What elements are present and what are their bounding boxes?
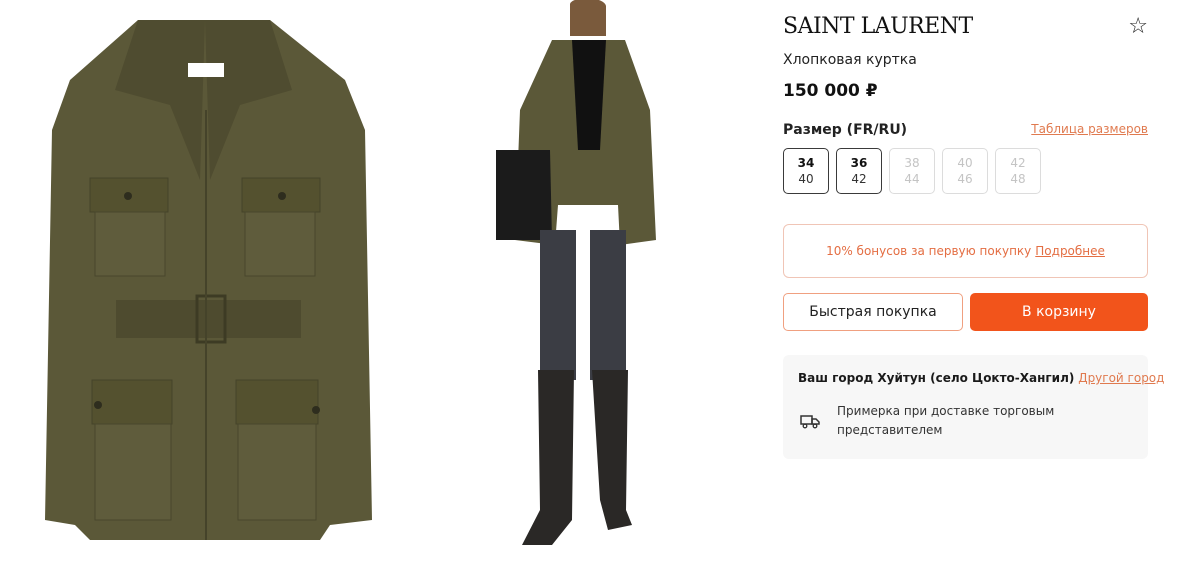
bonus-more-link[interactable]: Подробнее	[1035, 244, 1105, 258]
product-name: Хлопковая куртка	[783, 52, 917, 68]
size-ru: 44	[904, 172, 920, 186]
product-photo-model[interactable]	[460, 0, 720, 565]
size-fr: 40	[957, 156, 973, 170]
product-info-panel: SAINT LAURENT ☆ Хлопковая куртка 150 000…	[783, 0, 1164, 565]
delivery-info: Ваш город Хуйтун (село Цокто-Хангил) Дру…	[783, 355, 1164, 459]
size-ru: 48	[1010, 172, 1026, 186]
size-ru: 42	[851, 172, 867, 186]
fitting-text: Примерка при доставке торговым представи…	[837, 404, 1055, 437]
size-label: Размер (FR/RU)	[783, 122, 908, 138]
truck-icon	[800, 415, 820, 429]
size-option-36[interactable]: 36 42	[836, 148, 882, 194]
star-outline-icon[interactable]: ☆	[1128, 14, 1148, 39]
size-option-38[interactable]: 38 44	[889, 148, 935, 194]
size-ru: 46	[957, 172, 973, 186]
other-city-link[interactable]: Другой город	[1078, 371, 1164, 385]
current-city: Ваш город Хуйтун (село Цокто-Хангил)	[798, 371, 1075, 385]
size-table-link[interactable]: Таблица размеров	[1031, 122, 1148, 136]
product-photo-flat[interactable]	[20, 0, 390, 565]
size-fr: 38	[904, 156, 920, 170]
quick-buy-button[interactable]: Быстрая покупка	[783, 293, 963, 331]
size-option-34[interactable]: 34 40	[783, 148, 829, 194]
bonus-text: 10% бонусов за первую покупку	[826, 244, 1032, 258]
size-ru: 40	[798, 172, 814, 186]
size-option-42[interactable]: 42 48	[995, 148, 1041, 194]
add-to-cart-button[interactable]: В корзину	[970, 293, 1148, 331]
size-fr: 34	[797, 156, 815, 170]
city-line: Ваш город Хуйтун (село Цокто-Хангил) Дру…	[798, 371, 1164, 385]
size-fr: 36	[850, 156, 868, 170]
size-option-40[interactable]: 40 46	[942, 148, 988, 194]
size-selector: 34 40 36 42 38 44 40 46 42 48	[783, 148, 1041, 194]
product-price: 150 000 ₽	[783, 81, 878, 101]
jacket-flat-image	[45, 20, 372, 540]
bonus-banner: 10% бонусов за первую покупку Подробнее	[783, 224, 1148, 278]
model-wearing-jacket-image	[496, 0, 656, 545]
size-fr: 42	[1010, 156, 1026, 170]
product-gallery	[0, 0, 760, 565]
brand-logo[interactable]: SAINT LAURENT	[783, 14, 973, 39]
